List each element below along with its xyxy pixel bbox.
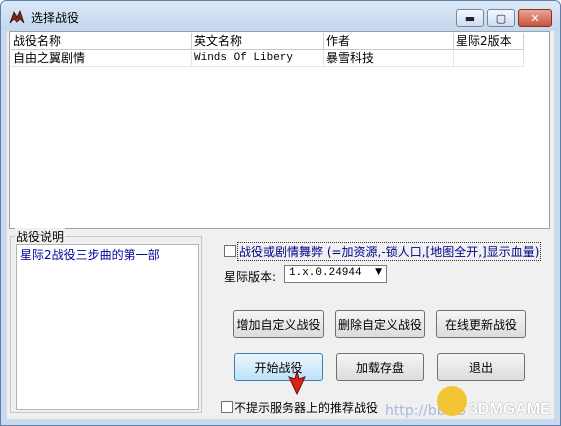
watermark-brand: 3DMGAME [469, 401, 551, 418]
exit-button[interactable]: 退出 [437, 353, 525, 381]
no-server-recommend-checkbox[interactable] [221, 401, 233, 413]
cell-author: 暴雪科技 [324, 51, 454, 67]
chevron-down-icon: ▼ [375, 267, 382, 277]
cell-english-name: Winds Of Libery [192, 51, 324, 67]
maximize-button[interactable]: ▢ [487, 9, 515, 27]
online-update-button[interactable]: 在线更新战役 [436, 310, 526, 338]
dialog-body: 战役名称 英文名称 作者 星际2版本 自由之翼剧情 Winds Of Liber… [7, 31, 554, 419]
description-text[interactable]: 星际2战役三步曲的第一部 [16, 244, 199, 410]
load-save-button[interactable]: 加载存盘 [336, 353, 424, 381]
close-button[interactable]: ✕ [518, 9, 552, 27]
column-header-campaign-name[interactable]: 战役名称 [11, 33, 192, 50]
minimize-icon: ▬ [464, 11, 476, 25]
version-label: 星际版本: [224, 270, 277, 284]
column-header-english-name[interactable]: 英文名称 [192, 33, 324, 50]
window-title: 选择战役 [31, 11, 80, 25]
campaign-select-window: 选择战役 ▬ ▢ ✕ 战役名称 英文名称 作者 星际2版本 自由之翼剧情 Win… [0, 0, 561, 426]
campaign-list[interactable]: 战役名称 英文名称 作者 星际2版本 自由之翼剧情 Winds Of Liber… [9, 31, 550, 229]
version-select[interactable]: 1.x.0.24944 ▼ [284, 265, 387, 283]
cell-sc2-version [454, 51, 524, 67]
maximize-icon: ▢ [495, 11, 507, 25]
add-custom-campaign-button[interactable]: 增加自定义战役 [233, 310, 324, 338]
close-icon: ✕ [530, 11, 540, 25]
column-header-sc2-version[interactable]: 星际2版本 [454, 33, 524, 50]
delete-custom-campaign-button[interactable]: 删除自定义战役 [335, 310, 425, 338]
version-select-value: 1.x.0.24944 [289, 267, 362, 279]
app-icon [9, 9, 25, 24]
minimize-button[interactable]: ▬ [456, 9, 484, 27]
watermark-mascot-icon [437, 386, 467, 416]
start-campaign-button[interactable]: 开始战役 [234, 353, 323, 381]
cheat-checkbox-label[interactable]: 战役或剧情舞弊 (=加资源,-锁人口,[地图全开,]显示血量) [237, 242, 542, 261]
mouse-pointer-icon [288, 370, 306, 395]
no-server-recommend-label[interactable]: 不提示服务器上的推荐战役 [234, 399, 378, 416]
cell-campaign-name: 自由之翼剧情 [11, 51, 192, 67]
cheat-checkbox[interactable] [224, 245, 236, 257]
description-group-label: 战役说明 [15, 228, 66, 245]
title-bar[interactable]: 选择战役 ▬ ▢ ✕ [1, 1, 560, 31]
column-header-author[interactable]: 作者 [324, 33, 454, 50]
